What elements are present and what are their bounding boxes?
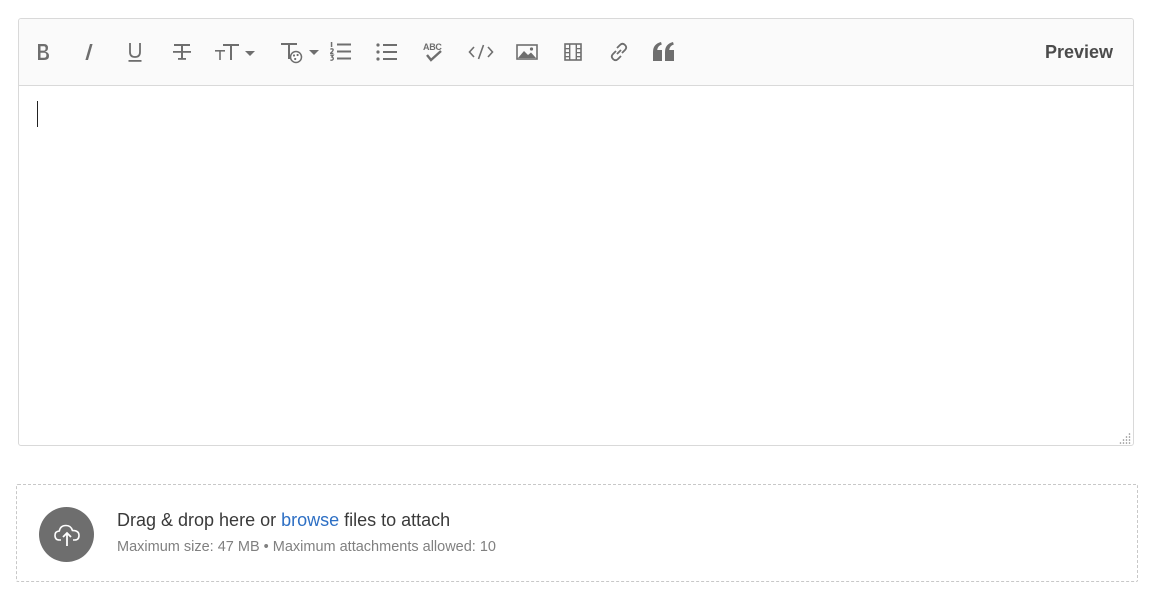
attachment-limits: Maximum size: 47 MB • Maximum attachment… (117, 539, 496, 555)
bulleted-list-icon (376, 43, 397, 61)
font-color-button[interactable] (279, 36, 321, 68)
strikethrough-icon (173, 44, 191, 60)
browse-link[interactable]: browse (281, 510, 339, 530)
svg-text:ABC: ABC (423, 42, 442, 52)
quote-icon (653, 42, 674, 61)
insert-image-button[interactable] (515, 36, 539, 68)
text-caret (37, 101, 38, 127)
upload-button[interactable] (39, 507, 94, 562)
rich-text-editor: ABC Preview (18, 18, 1134, 446)
bulleted-list-button[interactable] (375, 36, 399, 68)
video-icon (564, 43, 582, 61)
file-dropzone[interactable]: Drag & drop here or browse files to atta… (16, 484, 1138, 582)
resize-grip-icon[interactable] (1119, 431, 1131, 444)
numbered-list-button[interactable] (329, 36, 353, 68)
italic-button[interactable] (77, 36, 101, 68)
image-icon (516, 44, 538, 60)
code-button[interactable] (467, 36, 495, 68)
link-icon (610, 42, 628, 62)
bold-icon (38, 44, 49, 60)
bold-button[interactable] (31, 36, 55, 68)
insert-link-button[interactable] (607, 36, 631, 68)
strikethrough-button[interactable] (169, 36, 195, 68)
font-size-icon (215, 44, 255, 60)
dropzone-text-before: Drag & drop here or (117, 510, 282, 530)
editor-toolbar: ABC Preview (19, 19, 1133, 86)
spellcheck-icon: ABC (423, 42, 443, 62)
font-color-icon (281, 43, 319, 64)
cloud-upload-icon (53, 524, 80, 546)
font-size-button[interactable] (215, 36, 257, 68)
preview-button[interactable]: Preview (1045, 38, 1113, 66)
code-icon (468, 44, 494, 60)
italic-icon (85, 44, 93, 60)
spellcheck-button[interactable]: ABC (421, 36, 445, 68)
dropzone-instructions: Drag & drop here or browse files to atta… (117, 510, 450, 531)
underline-icon (128, 43, 142, 62)
editor-content-area[interactable] (19, 86, 1133, 445)
underline-button[interactable] (123, 36, 147, 68)
dropzone-text-after: files to attach (339, 510, 451, 530)
numbered-list-icon (330, 42, 351, 61)
blockquote-button[interactable] (651, 36, 677, 68)
insert-video-button[interactable] (561, 36, 585, 68)
